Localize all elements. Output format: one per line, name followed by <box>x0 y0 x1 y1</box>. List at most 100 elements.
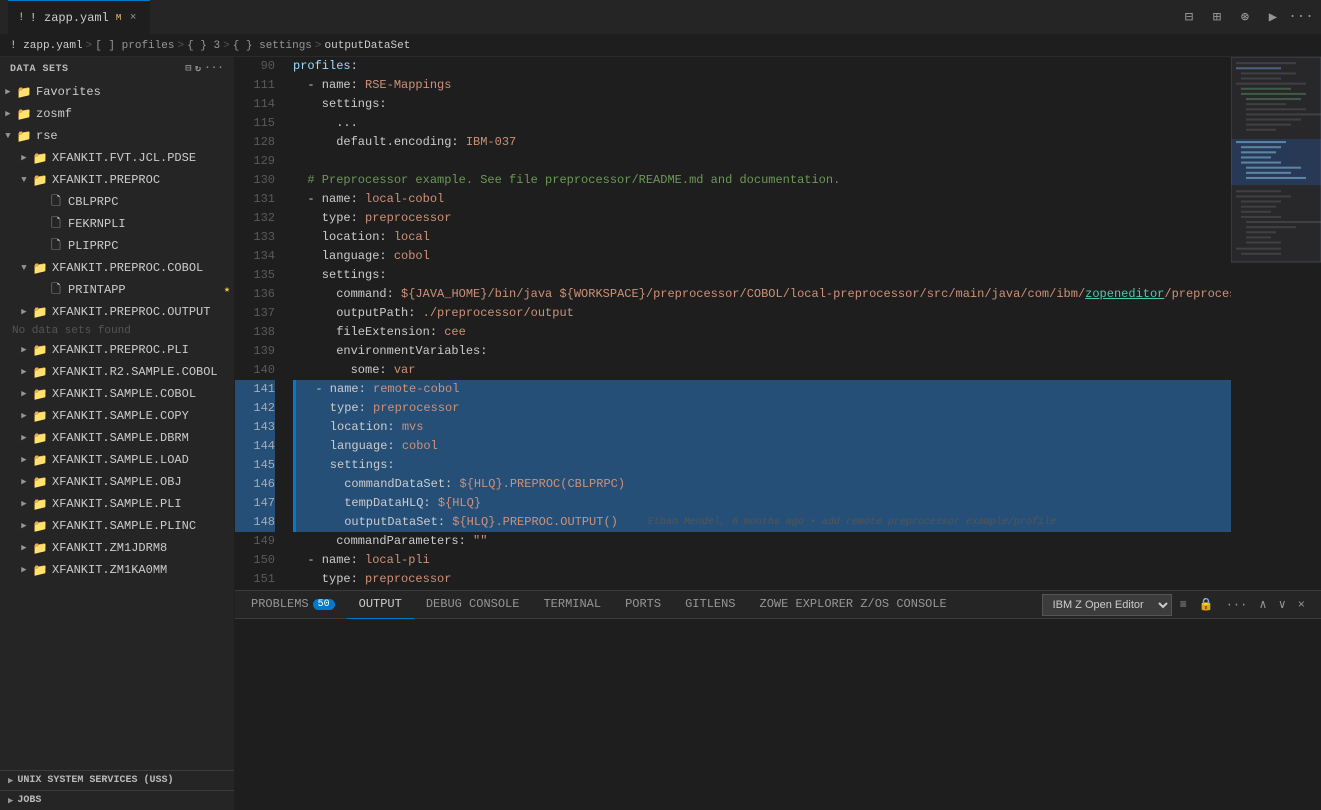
sidebar-item-zosmf[interactable]: ▶ 📁 zosmf <box>0 103 234 125</box>
code-line-128: default.encoding: IBM-037 <box>293 133 1231 152</box>
panel-lock-icon[interactable]: 🔒 <box>1195 595 1218 614</box>
sidebar-title: DATA SETS <box>10 64 69 75</box>
panel-chevron-down-icon[interactable]: ∨ <box>1275 595 1290 614</box>
sidebar-label-xfankit-preproc-pli: XFANKIT.PREPROC.PLI <box>52 343 234 357</box>
tree-arrow-xfankit-sample-obj: ▶ <box>16 477 32 487</box>
panel-tab-output[interactable]: OUTPUT <box>347 591 414 619</box>
code-line-152: location: local <box>293 589 1231 590</box>
code-line-139: environmentVariables: <box>293 342 1231 361</box>
sidebar-item-xfankit-sample-load[interactable]: ▶ 📁 XFANKIT.SAMPLE.LOAD <box>0 449 234 471</box>
collapse-all-icon[interactable]: ⊟ <box>185 63 192 75</box>
folder-icon-xfankit-preproc-output: 📁 <box>32 305 48 320</box>
panel-tab-gitlens-label: GITLENS <box>685 597 735 611</box>
sidebar-item-xfankit-preproc-output[interactable]: ▶ 📁 XFANKIT.PREPROC.OUTPUT <box>0 301 234 323</box>
panel-tab-terminal-label: TERMINAL <box>543 597 601 611</box>
sidebar-item-rse[interactable]: ▼ 📁 rse <box>0 125 234 147</box>
tab-close-button[interactable]: × <box>126 11 140 25</box>
sidebar-item-xfankit-fvt[interactable]: ▶ 📁 XFANKIT.FVT.JCL.PDSE <box>0 147 234 169</box>
split-editor-icon[interactable]: ⊟ <box>1177 5 1201 29</box>
code-editor[interactable]: 90 111 114 115 128 129 130 131 132 133 1… <box>235 57 1321 590</box>
panel-tab-gitlens[interactable]: GITLENS <box>673 591 747 619</box>
sidebar-label-zosmf: zosmf <box>36 107 234 121</box>
folder-icon-xfankit-sample-load: 📁 <box>32 453 48 468</box>
sidebar-item-fekrnpli[interactable]: 🗋 FEKRNPLI <box>0 213 234 235</box>
sidebar-label-printapp: PRINTAPP <box>68 283 224 297</box>
panel-tab-terminal[interactable]: TERMINAL <box>531 591 613 619</box>
more-icon[interactable]: ··· <box>1289 5 1313 29</box>
code-line-114: settings: <box>293 95 1231 114</box>
sidebar-item-xfankit-sample-cobol[interactable]: ▶ 📁 XFANKIT.SAMPLE.COBOL <box>0 383 234 405</box>
tab-modified-indicator: ! <box>18 12 25 24</box>
sidebar-label-fekrnpli: FEKRNPLI <box>68 217 234 231</box>
sidebar-label-xfankit-r2: XFANKIT.R2.SAMPLE.COBOL <box>52 365 234 379</box>
sidebar-label-xfankit-sample-copy: XFANKIT.SAMPLE.COPY <box>52 409 234 423</box>
tree-arrow-xfankit-sample-cobol: ▶ <box>16 389 32 399</box>
folder-icon-xfankit-fvt: 📁 <box>32 151 48 166</box>
folder-icon-xfankit-sample-pli: 📁 <box>32 497 48 512</box>
breadcrumb-settings[interactable]: { } settings <box>233 40 312 52</box>
sidebar-label-rse: rse <box>36 129 234 143</box>
tree-arrow-xfankit-r2: ▶ <box>16 367 32 377</box>
tree-arrow-xfankit-fvt: ▶ <box>16 153 32 163</box>
sidebar-item-xfankit-preproc-cobol[interactable]: ▼ 📁 XFANKIT.PREPROC.COBOL <box>0 257 234 279</box>
code-line-150: - name: local-pli <box>293 551 1231 570</box>
chevron-right-uss: ▶ <box>8 776 13 786</box>
sidebar-label-xfankit-fvt: XFANKIT.FVT.JCL.PDSE <box>52 151 234 165</box>
sidebar-item-cblprpc[interactable]: 🗋 CBLPRPC <box>0 191 234 213</box>
code-line-141: - name: remote-cobol <box>293 380 1231 399</box>
panel-list-icon[interactable]: ≡ <box>1176 596 1191 614</box>
panel-tab-debug[interactable]: DEBUG CONSOLE <box>414 591 532 619</box>
sidebar-label-xfankit-preproc-output: XFANKIT.PREPROC.OUTPUT <box>52 305 234 319</box>
panel-tab-problems[interactable]: PROBLEMS 50 <box>239 591 347 619</box>
tree-arrow-xfankit-sample-plinc: ▶ <box>16 521 32 531</box>
no-data-label: No data sets found <box>0 323 234 339</box>
sidebar-item-xfankit-sample-copy[interactable]: ▶ 📁 XFANKIT.SAMPLE.COPY <box>0 405 234 427</box>
sidebar-item-xfankit-preproc-pli[interactable]: ▶ 📁 XFANKIT.PREPROC.PLI <box>0 339 234 361</box>
code-line-134: language: cobol <box>293 247 1231 266</box>
sidebar-item-xfankit-r2[interactable]: ▶ 📁 XFANKIT.R2.SAMPLE.COBOL <box>0 361 234 383</box>
sidebar-item-xfankit-sample-dbrm[interactable]: ▶ 📁 XFANKIT.SAMPLE.DBRM <box>0 427 234 449</box>
code-line-135: settings: <box>293 266 1231 285</box>
sidebar-item-xfankit-zm1jdrm8[interactable]: ▶ 📁 XFANKIT.ZM1JDRM8 <box>0 537 234 559</box>
file-icon-pliprpc: 🗋 <box>48 236 64 257</box>
sidebar-section-uss[interactable]: ▶ UNIX SYSTEM SERVICES (USS) <box>0 770 234 790</box>
breadcrumb-file[interactable]: ! zapp.yaml <box>10 40 83 52</box>
sidebar-item-xfankit-preproc[interactable]: ▼ 📁 XFANKIT.PREPROC <box>0 169 234 191</box>
sidebar-item-xfankit-zm1ka0mm[interactable]: ▶ 📁 XFANKIT.ZM1KA0MM <box>0 559 234 581</box>
panel-more-icon[interactable]: ··· <box>1222 596 1252 614</box>
sidebar-item-xfankit-sample-pli[interactable]: ▶ 📁 XFANKIT.SAMPLE.PLI <box>0 493 234 515</box>
refresh-icon[interactable]: ↻ <box>195 63 202 75</box>
sidebar-section-jobs[interactable]: ▶ JOBS <box>0 790 234 810</box>
breadcrumb-output[interactable]: outputDataSet <box>325 40 411 52</box>
layout-icon[interactable]: ⊞ <box>1205 5 1229 29</box>
sidebar-item-xfankit-sample-plinc[interactable]: ▶ 📁 XFANKIT.SAMPLE.PLINC <box>0 515 234 537</box>
code-line-148: outputDataSet: ${HLQ}.PREPROC.OUTPUT() E… <box>293 513 1231 532</box>
sidebar-item-printapp[interactable]: 🗋 PRINTAPP ★ <box>0 279 234 301</box>
folder-icon-zosmf: 📁 <box>16 107 32 122</box>
sidebar-item-pliprpc[interactable]: 🗋 PLIPRPC <box>0 235 234 257</box>
sidebar-item-xfankit-sample-obj[interactable]: ▶ 📁 XFANKIT.SAMPLE.OBJ <box>0 471 234 493</box>
sidebar-label-xfankit-sample-plinc: XFANKIT.SAMPLE.PLINC <box>52 519 234 533</box>
code-line-143: location: mvs <box>293 418 1231 437</box>
code-content[interactable]: profiles: - name: RSE-Mappings settings:… <box>285 57 1231 590</box>
sidebar-label-cblprpc: CBLPRPC <box>68 195 234 209</box>
folder-icon-xfankit-preproc: 📁 <box>32 173 48 188</box>
panel-close-icon[interactable]: × <box>1294 596 1309 614</box>
minimap[interactable] <box>1231 57 1321 590</box>
output-source-dropdown[interactable]: IBM Z Open Editor <box>1042 594 1172 616</box>
breadcrumb-3[interactable]: { } 3 <box>187 40 220 52</box>
settings-icon[interactable]: ⊛ <box>1233 5 1257 29</box>
panel-tab-zowe[interactable]: ZOWE EXPLORER Z/OS CONSOLE <box>748 591 959 619</box>
run-icon[interactable]: ▶ <box>1261 5 1285 29</box>
folder-icon-xfankit-sample-plinc: 📁 <box>32 519 48 534</box>
more-options-icon[interactable]: ··· <box>204 63 224 75</box>
tab-zapp[interactable]: ! ! zapp.yaml M × <box>8 0 150 35</box>
breadcrumb-profiles[interactable]: [ ] profiles <box>95 40 174 52</box>
folder-icon-xfankit-r2: 📁 <box>32 365 48 380</box>
panel-tab-ports[interactable]: PORTS <box>613 591 673 619</box>
code-line-131: - name: local-cobol <box>293 190 1231 209</box>
folder-icon-rse: 📁 <box>16 129 32 144</box>
folder-icon-xfankit-preproc-cobol: 📁 <box>32 261 48 276</box>
panel-chevron-up-icon[interactable]: ∧ <box>1255 595 1270 614</box>
sidebar-item-favorites[interactable]: ▶ 📁 Favorites <box>0 81 234 103</box>
